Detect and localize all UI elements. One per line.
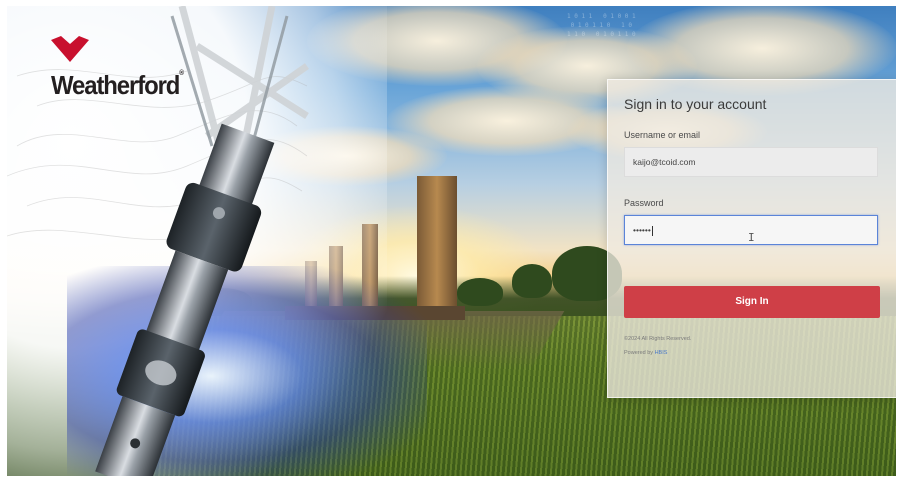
copyright-text: ©2024 All Rights Reserved. <box>624 336 692 342</box>
weatherford-logo: Weatherford® <box>51 36 184 100</box>
binary-overlay: 1 0 1 1 0 1 0 0 1 0 1 0 1 1 0 1 0 1 1 0 … <box>567 13 636 38</box>
username-value: kaijo@tcoid.com <box>633 157 696 167</box>
password-value: •••••• <box>633 225 651 235</box>
password-label: Password <box>624 198 664 208</box>
powered-by-label: Powered by <box>624 350 654 356</box>
username-input[interactable]: kaijo@tcoid.com <box>624 147 878 177</box>
tree <box>457 278 503 306</box>
text-caret <box>651 225 653 236</box>
powered-by-brand-link[interactable]: HBIS <box>655 350 668 356</box>
logo-wordmark: Weatherford® <box>51 70 185 100</box>
signin-button[interactable]: Sign In <box>624 286 880 318</box>
username-label: Username or email <box>624 130 701 140</box>
signin-title: Sign in to your account <box>624 96 767 112</box>
powered-by: Powered by HBIS <box>624 350 667 356</box>
weatherford-logo-icon <box>51 36 89 62</box>
text-cursor-icon: I <box>748 231 755 244</box>
password-input[interactable]: •••••• I <box>624 215 878 245</box>
tree <box>512 264 552 298</box>
signin-panel: Sign in to your account Username or emai… <box>607 79 896 398</box>
login-page: 1 0 1 1 0 1 0 0 1 0 1 0 1 1 0 1 0 1 1 0 … <box>7 6 896 476</box>
